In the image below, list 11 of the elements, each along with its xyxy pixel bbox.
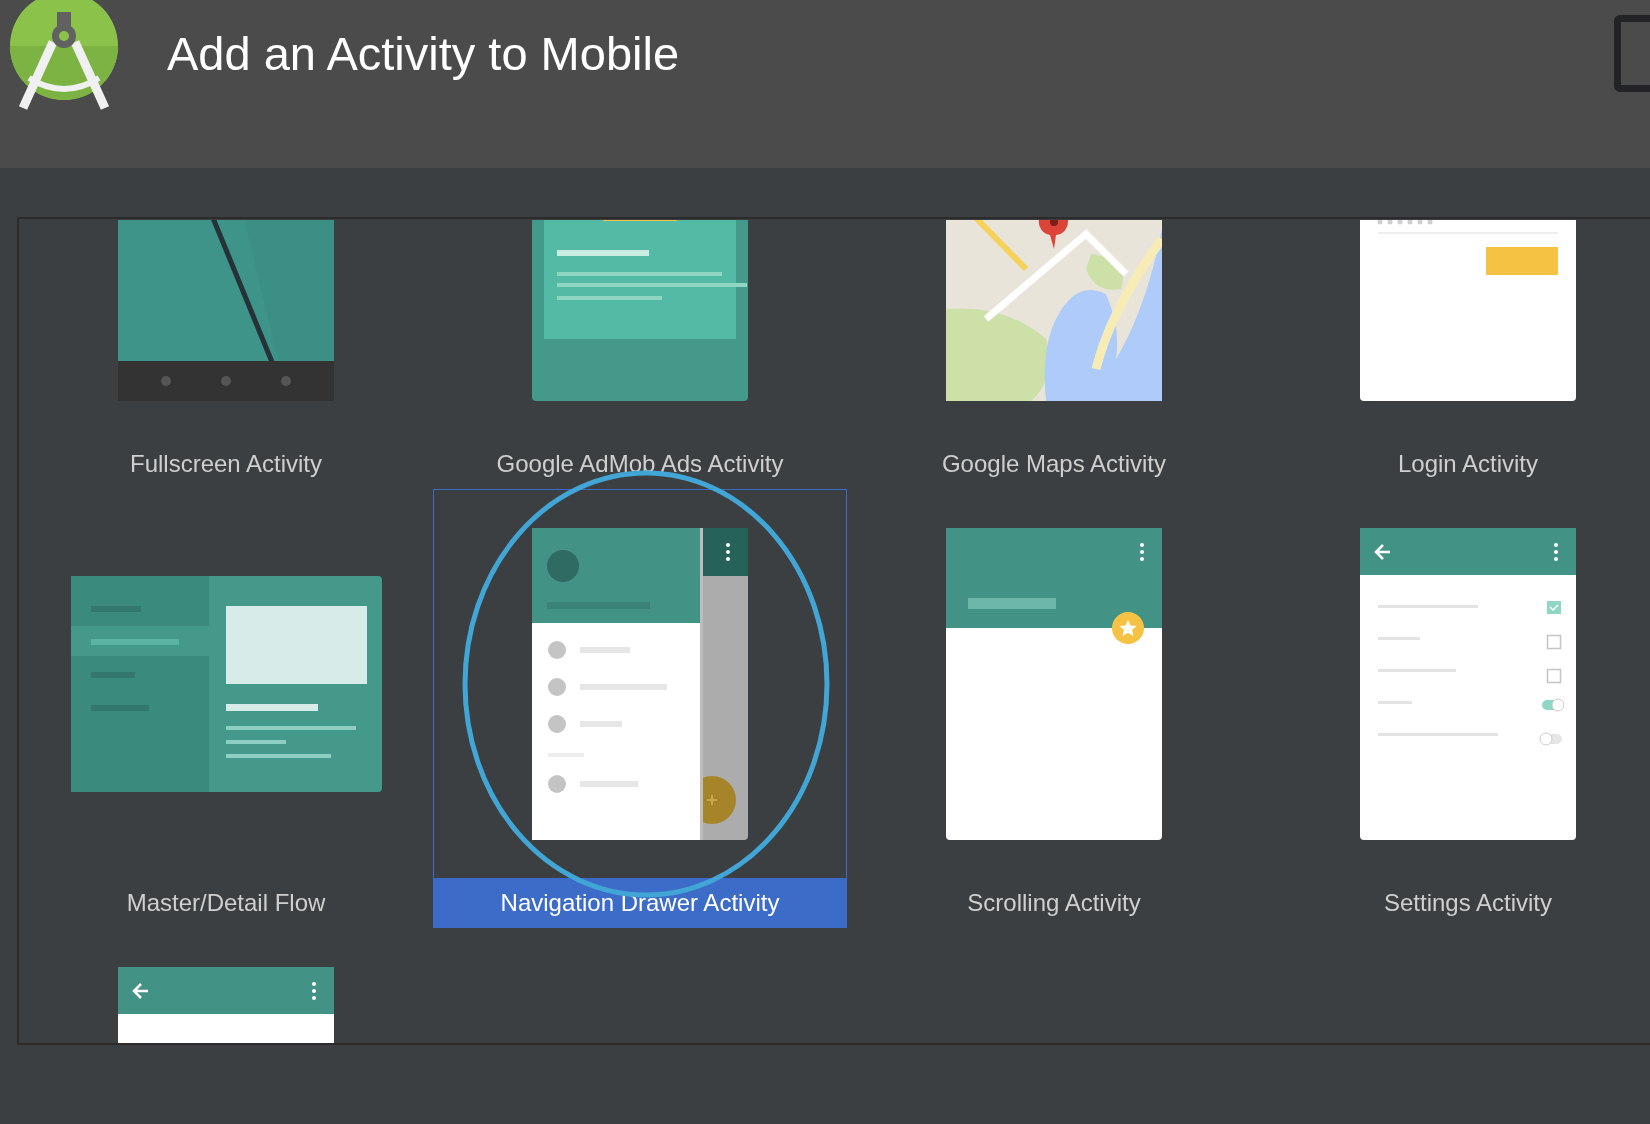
compass-logo-icon [9,0,121,112]
dialog-title: Add an Activity to Mobile [167,26,680,81]
activity-label[interactable]: Google AdMob Ads Activity [434,439,846,488]
activity-label[interactable]: Navigation Drawer Activity [434,878,846,927]
activity-label[interactable]: Google Maps Activity [848,439,1260,488]
activity-label[interactable]: Scrolling Activity [848,878,1260,927]
activity-label[interactable]: Settings Activity [1262,878,1650,927]
activity-label[interactable]: Login Activity [1262,439,1650,488]
activity-label[interactable]: Master/Detail Flow [20,878,432,927]
activity-label[interactable]: Fullscreen Activity [20,439,432,488]
frame-icon [1614,15,1650,92]
